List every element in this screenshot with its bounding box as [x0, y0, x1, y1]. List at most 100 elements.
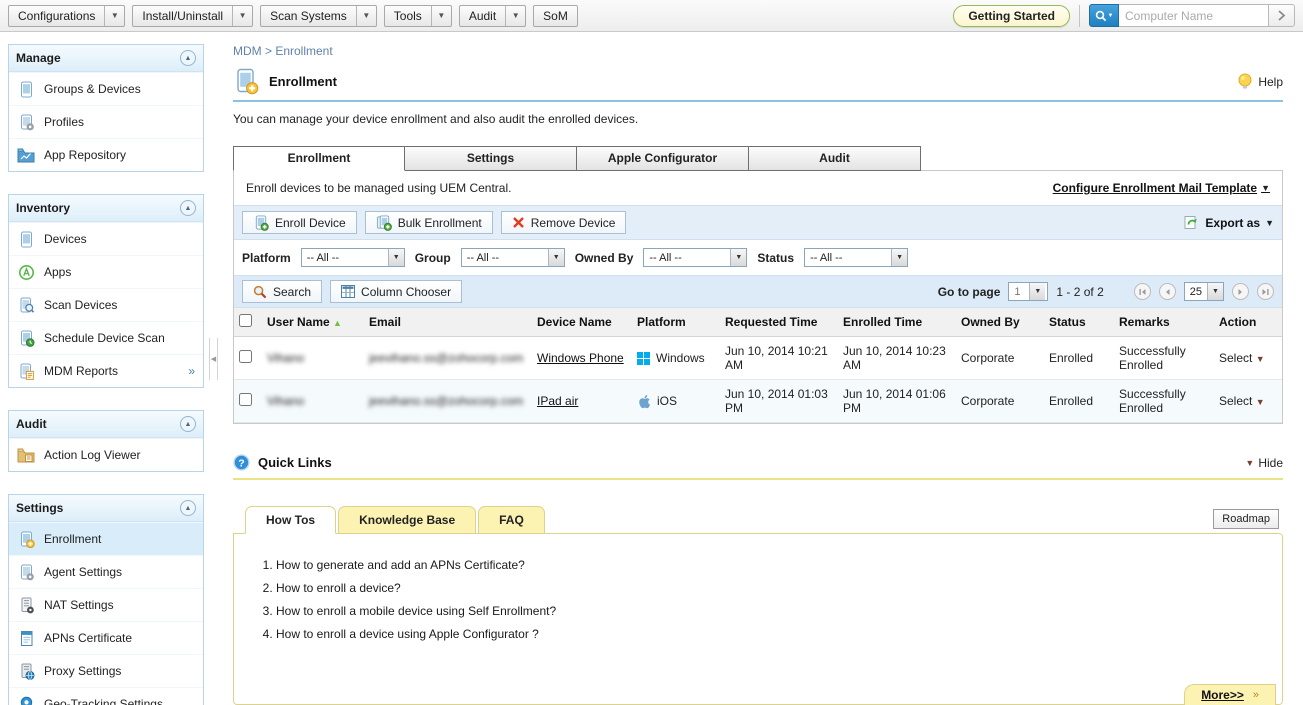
export-as-link[interactable]: Export as ▼	[1184, 215, 1274, 230]
hide-quick-links-link[interactable]: ▼ Hide	[1245, 456, 1283, 470]
quick-links-header: ? Quick Links ▼ Hide	[233, 454, 1283, 480]
tab-enrollment[interactable]: Enrollment	[233, 146, 405, 171]
chevron-down-icon: ▼	[387, 249, 404, 266]
column-status[interactable]: Status	[1044, 308, 1114, 337]
prev-page-button[interactable]	[1158, 283, 1176, 300]
getting-started-button[interactable]: Getting Started	[953, 4, 1070, 27]
sidebar-item-profiles[interactable]: Profiles	[9, 105, 203, 138]
row-checkbox[interactable]	[239, 393, 252, 406]
search-scope-button[interactable]: ▼	[1089, 4, 1119, 27]
column-device-name[interactable]: Device Name	[532, 308, 632, 337]
tab-apple-configurator[interactable]: Apple Configurator	[577, 146, 749, 171]
sidebar-item-schedule-device-scan[interactable]: Schedule Device Scan	[9, 321, 203, 354]
device-name-link[interactable]: Windows Phone	[537, 351, 624, 365]
sidebar-item-scan-devices[interactable]: Scan Devices	[9, 288, 203, 321]
sidebar-item-proxy-settings[interactable]: Proxy Settings	[9, 654, 203, 687]
sidebar-item-app-repository[interactable]: App Repository	[9, 138, 203, 171]
tab-knowledge-base[interactable]: Knowledge Base	[338, 506, 477, 534]
sidebar-item-groups-devices[interactable]: Groups & Devices	[9, 72, 203, 105]
sidebar-item-mdm-reports[interactable]: MDM Reports »	[9, 354, 203, 387]
column-action[interactable]: Action	[1214, 308, 1282, 337]
sidebar-item-devices[interactable]: Devices	[9, 222, 203, 255]
enroll-device-button[interactable]: Enroll Device	[242, 211, 357, 234]
owned-by-filter-select[interactable]: -- All -- ▼	[643, 248, 748, 267]
group-filter-select[interactable]: -- All -- ▼	[460, 248, 565, 267]
collapse-icon[interactable]: ▲	[180, 50, 196, 66]
row-action-select[interactable]: Select ▼	[1219, 351, 1265, 365]
app-repository-icon	[17, 146, 35, 164]
chevron-down-icon: ▼	[505, 5, 525, 26]
tab-faq[interactable]: FAQ	[478, 506, 545, 534]
remove-x-icon	[512, 217, 524, 228]
first-page-button[interactable]	[1133, 283, 1151, 300]
next-page-button[interactable]	[1232, 283, 1249, 300]
chevron-down-icon: ▼	[547, 249, 564, 266]
howto-link[interactable]: How to enroll a device?	[276, 581, 1268, 595]
column-chooser-button[interactable]: Column Chooser	[330, 280, 463, 303]
help-link[interactable]: Help	[1237, 73, 1283, 90]
menu-configurations[interactable]: Configurations ▼	[8, 4, 126, 27]
row-action-select[interactable]: Select ▼	[1219, 394, 1265, 408]
sidebar-item-apns-certificate[interactable]: APNs Certificate	[9, 621, 203, 654]
select-all-checkbox[interactable]	[239, 314, 252, 327]
tab-settings[interactable]: Settings	[405, 146, 577, 171]
chevron-down-icon: ▼	[355, 5, 376, 26]
menu-audit[interactable]: Audit ▼	[458, 4, 527, 27]
roadmap-button[interactable]: Roadmap	[1213, 509, 1279, 529]
action-log-viewer-icon	[17, 446, 35, 464]
sidebar-splitter-handle[interactable]: ◀	[209, 338, 218, 380]
export-icon	[1184, 216, 1197, 229]
go-to-page-select[interactable]: 1 ▼	[1008, 282, 1049, 301]
search-button[interactable]: Search	[242, 280, 323, 303]
howto-link[interactable]: How to enroll a device using Apple Confi…	[276, 627, 1268, 641]
configure-mail-template-link[interactable]: Configure Enrollment Mail Template ▼	[1053, 181, 1270, 195]
sidebar-item-action-log-viewer[interactable]: Action Log Viewer	[9, 438, 203, 471]
chevron-down-icon: ▼	[104, 5, 124, 26]
column-requested-time[interactable]: Requested Time	[720, 308, 838, 337]
page-size-select[interactable]: 25 ▼	[1183, 282, 1224, 301]
more-link[interactable]: More>> »	[1184, 684, 1276, 705]
menu-tools[interactable]: Tools ▼	[383, 4, 452, 27]
enrollment-panel: Enroll devices to be managed using UEM C…	[233, 170, 1283, 424]
section-title-audit: Audit	[16, 417, 47, 431]
column-user-name[interactable]: User Name ▲	[262, 308, 364, 337]
tab-how-tos[interactable]: How Tos	[245, 506, 337, 534]
column-remarks[interactable]: Remarks	[1114, 308, 1214, 337]
sidebar-item-apps[interactable]: Apps	[9, 255, 203, 288]
menu-scan-systems[interactable]: Scan Systems ▼	[260, 4, 377, 27]
svg-text:?: ?	[238, 457, 244, 469]
platform-filter-select[interactable]: -- All -- ▼	[300, 248, 405, 267]
column-owned-by[interactable]: Owned By	[956, 308, 1044, 337]
row-checkbox[interactable]	[239, 350, 252, 363]
breadcrumb[interactable]: MDM > Enrollment	[233, 44, 1283, 58]
collapse-icon[interactable]: ▲	[180, 200, 196, 216]
bulk-enrollment-button[interactable]: Bulk Enrollment	[364, 211, 493, 234]
howto-link[interactable]: How to generate and add an APNs Certific…	[276, 558, 1268, 572]
column-enrolled-time[interactable]: Enrolled Time	[838, 308, 956, 337]
remove-device-button[interactable]: Remove Device	[500, 211, 627, 234]
search-go-button[interactable]	[1269, 4, 1295, 27]
page-title: Enrollment	[269, 74, 337, 89]
menu-som[interactable]: SoM	[533, 4, 578, 27]
search-icon	[1095, 10, 1106, 21]
column-platform[interactable]: Platform	[632, 308, 720, 337]
column-email[interactable]: Email	[364, 308, 532, 337]
device-name-link[interactable]: IPad air	[537, 394, 578, 408]
last-page-button[interactable]	[1257, 283, 1274, 300]
main-content: MDM > Enrollment Enrollment Help You can…	[233, 40, 1283, 705]
tab-audit[interactable]: Audit	[749, 146, 921, 171]
sidebar-item-nat-settings[interactable]: NAT Settings	[9, 588, 203, 621]
sidebar-item-enrollment[interactable]: Enrollment	[9, 522, 203, 555]
menu-install-uninstall[interactable]: Install/Uninstall ▼	[132, 4, 254, 27]
collapse-icon[interactable]: ▲	[180, 416, 196, 432]
next-page-icon	[1238, 288, 1242, 295]
sidebar-item-agent-settings[interactable]: Agent Settings	[9, 555, 203, 588]
howto-link[interactable]: How to enroll a mobile device using Self…	[276, 604, 1268, 618]
collapse-icon[interactable]: ▲	[180, 500, 196, 516]
owned-by-cell: Corporate	[956, 379, 1044, 423]
sidebar-item-geo-tracking-settings[interactable]: Geo-Tracking Settings	[9, 687, 203, 705]
computer-name-search-input[interactable]	[1119, 4, 1269, 27]
chevron-down-icon: ▼	[1255, 354, 1265, 364]
sidebar-section-audit: Audit ▲ Action Log Viewer	[8, 410, 204, 472]
status-filter-select[interactable]: -- All -- ▼	[804, 248, 909, 267]
